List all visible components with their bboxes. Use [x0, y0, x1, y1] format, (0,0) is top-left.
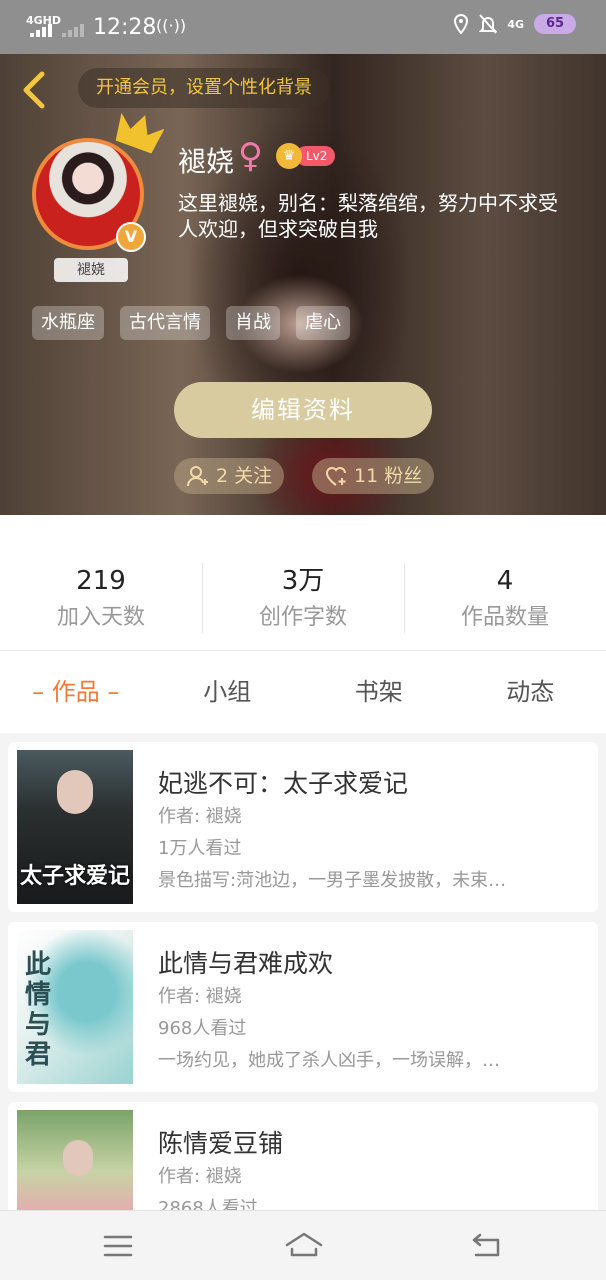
book-description: 景色描写:菏池边，一男子墨发披散，未束…: [158, 870, 507, 891]
crown-icon: [115, 112, 164, 154]
profile-header: 开通会员，设置个性化背景 V 褪娆 褪娆 ♀ ♛ Lv2 这里褪娆，别名：梨落绾…: [0, 54, 606, 515]
system-nav-bar: [0, 1210, 606, 1280]
cover-title: 太子求爱记: [19, 863, 130, 889]
level-badge[interactable]: ♛ Lv2: [276, 143, 336, 169]
username: 褪娆: [178, 145, 235, 178]
following-count: 2 关注: [216, 465, 273, 487]
book-views: 968人看过: [158, 1018, 247, 1039]
book-title: 陈情爱豆铺: [158, 1129, 284, 1158]
female-gender-icon: ♀: [238, 136, 263, 176]
avatar-name-label: 褪娆: [54, 258, 128, 282]
tag-item[interactable]: 肖战: [226, 306, 280, 340]
vip-background-banner[interactable]: 开通会员，设置个性化背景: [78, 68, 330, 108]
book-cover[interactable]: [17, 1110, 133, 1210]
back-arrow-icon[interactable]: [18, 70, 52, 110]
stat-join-days[interactable]: 219 加入天数: [0, 515, 202, 651]
tab-activity[interactable]: 动态: [455, 651, 606, 733]
book-author: 作者: 褪娆: [158, 806, 242, 827]
back-icon[interactable]: [470, 1229, 504, 1263]
following-button[interactable]: 2 关注: [174, 458, 285, 494]
avatar-container[interactable]: V: [32, 112, 164, 252]
network-type-right: 4G: [507, 17, 524, 31]
add-user-icon: [187, 466, 208, 487]
verified-badge-icon: V: [116, 222, 146, 252]
book-cover[interactable]: 太子求爱记: [17, 750, 133, 904]
heart-plus-icon: [325, 467, 346, 486]
status-icons: 4G 65: [453, 14, 576, 34]
cover-figure: [63, 1140, 93, 1176]
book-author: 作者: 褪娆: [158, 1166, 242, 1187]
mute-bell-icon: [479, 14, 498, 34]
level-crown-icon: ♛: [276, 143, 302, 169]
hotspot-icon: ((·)): [156, 16, 187, 35]
profile-bio: 这里褪娆，别名：梨落绾绾，努力中不求受人欢迎，但求突破自我: [178, 191, 558, 241]
work-card[interactable]: 此情与君 此情与君难成欢 作者: 褪娆 968人看过 一场约见，她成了杀人凶手，…: [8, 922, 598, 1092]
location-icon: [454, 14, 469, 34]
battery-icon: 65: [534, 14, 576, 34]
cover-title: 此情与君: [25, 950, 52, 1070]
stat-works-count[interactable]: 4 作品数量: [404, 515, 606, 651]
background-image[interactable]: [0, 54, 606, 515]
home-icon[interactable]: [284, 1229, 324, 1263]
profile-tabs: – 作品 – 小组 书架 动态: [0, 651, 606, 733]
book-description: 一场约见，她成了杀人凶手，一场误解，…: [158, 1050, 500, 1071]
work-card[interactable]: 陈情爱豆铺 作者: 褪娆 2868人看过: [8, 1102, 598, 1210]
book-cover[interactable]: 此情与君: [17, 930, 133, 1084]
tab-groups[interactable]: 小组: [152, 651, 304, 733]
signal-icon: [30, 24, 52, 37]
book-title: 妃逃不可：太子求爱记: [158, 769, 409, 798]
cover-figure: [57, 770, 93, 814]
works-list[interactable]: 太子求爱记 妃逃不可：太子求爱记 作者: 褪娆 1万人看过 景色描写:菏池边，一…: [0, 733, 606, 1210]
edit-profile-button[interactable]: 编辑资料: [174, 382, 432, 438]
clock: 12:28: [93, 15, 157, 40]
stat-value: 3万: [281, 566, 325, 596]
stat-label: 加入天数: [56, 605, 145, 630]
menu-icon[interactable]: [101, 1229, 135, 1263]
followers-button[interactable]: 11 粉丝: [312, 458, 435, 494]
signal-secondary-icon: [62, 24, 84, 37]
followers-count: 11 粉丝: [354, 465, 423, 487]
stats-row: 219 加入天数 3万 创作字数 4 作品数量: [0, 515, 606, 651]
stat-label: 创作字数: [258, 605, 347, 630]
stat-value: 4: [496, 566, 514, 596]
tag-item[interactable]: 古代言情: [120, 306, 210, 340]
tab-works[interactable]: – 作品 –: [0, 651, 152, 733]
status-bar: 4GHD 12:28 ((·)) 4G 65: [0, 0, 606, 54]
stat-value: 219: [76, 566, 126, 596]
tag-item[interactable]: 虐心: [296, 306, 350, 340]
tag-item[interactable]: 水瓶座: [32, 306, 104, 340]
work-card[interactable]: 太子求爱记 妃逃不可：太子求爱记 作者: 褪娆 1万人看过 景色描写:菏池边，一…: [8, 742, 598, 912]
tab-bookshelf[interactable]: 书架: [303, 651, 455, 733]
book-views: 2868人看过: [158, 1198, 258, 1210]
book-views: 1万人看过: [158, 838, 242, 859]
tag-list: 水瓶座 古代言情 肖战 虐心: [32, 306, 350, 340]
stat-word-count[interactable]: 3万 创作字数: [202, 515, 404, 651]
stat-label: 作品数量: [460, 605, 549, 630]
book-author: 作者: 褪娆: [158, 986, 242, 1007]
book-title: 此情与君难成欢: [158, 949, 334, 978]
